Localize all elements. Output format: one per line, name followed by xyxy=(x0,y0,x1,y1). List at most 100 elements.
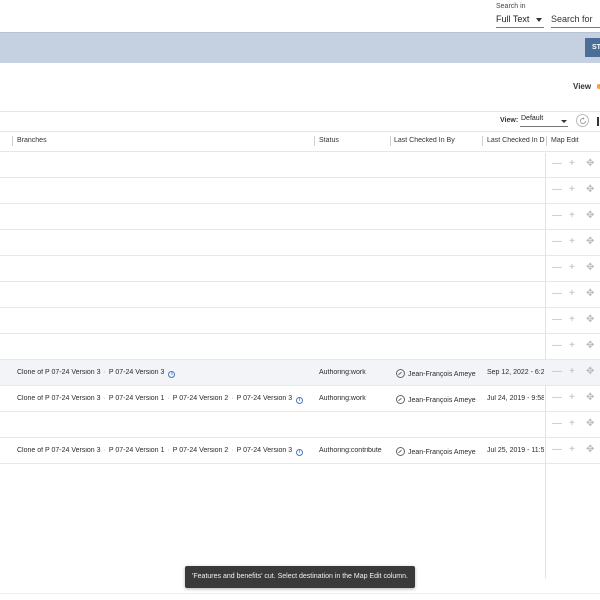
avatar-icon xyxy=(396,395,405,404)
map-edit-actions: — + ✥ xyxy=(552,211,600,223)
plus-icon[interactable]: + xyxy=(569,263,575,273)
column-header-status[interactable]: Status xyxy=(319,137,339,144)
action-band xyxy=(0,32,600,63)
column-header-map-edit[interactable]: Map Edit xyxy=(551,137,579,144)
plus-icon[interactable]: + xyxy=(569,393,575,403)
plus-icon[interactable]: + xyxy=(569,289,575,299)
divider xyxy=(0,111,600,112)
user-cell: Jean-François Ameye xyxy=(396,369,482,378)
info-icon[interactable]: i xyxy=(296,397,304,404)
map-edit-actions: — + ✥ xyxy=(552,393,600,405)
table-row[interactable]: — + ✥ xyxy=(0,204,600,230)
branch-name: P 07-24 Version 1 xyxy=(108,447,165,454)
branch-name: Clone of P 07-24 Version 3 xyxy=(17,447,101,454)
toast-message: 'Features and benefits' cut. Select dest… xyxy=(185,566,415,588)
plus-icon[interactable]: + xyxy=(569,159,575,169)
minus-icon[interactable]: — xyxy=(552,211,562,221)
info-icon[interactable]: i xyxy=(168,371,176,378)
info-icon[interactable]: i xyxy=(296,449,304,456)
plus-icon[interactable]: + xyxy=(569,367,575,377)
move-icon[interactable]: ✥ xyxy=(586,237,594,247)
move-icon[interactable]: ✥ xyxy=(586,393,594,403)
plus-icon[interactable]: + xyxy=(569,341,575,351)
move-icon[interactable]: ✥ xyxy=(586,315,594,325)
table-row[interactable]: — + ✥ xyxy=(0,334,600,360)
minus-icon[interactable]: — xyxy=(552,419,562,429)
minus-icon[interactable]: — xyxy=(552,159,562,169)
plus-icon[interactable]: + xyxy=(569,185,575,195)
plus-icon[interactable]: + xyxy=(569,237,575,247)
branches-cell: Clone of P 07-24 Version 3 · P 07-24 Versi… xyxy=(17,395,312,404)
map-edit-actions: — + ✥ xyxy=(552,367,600,379)
minus-icon[interactable]: — xyxy=(552,367,562,377)
move-icon[interactable]: ✥ xyxy=(586,367,594,377)
table-row[interactable]: — + ✥ xyxy=(0,308,600,334)
move-icon[interactable]: ✥ xyxy=(586,159,594,169)
table-row[interactable]: — + ✥ xyxy=(0,178,600,204)
map-edit-actions: — + ✥ xyxy=(552,289,600,301)
table-row[interactable]: — + ✥ xyxy=(0,230,600,256)
user-cell: Jean-François Ameye xyxy=(396,395,482,404)
move-icon[interactable]: ✥ xyxy=(586,289,594,299)
separator-dot: · xyxy=(103,395,106,402)
map-edit-actions: — + ✥ xyxy=(552,237,600,249)
user-name: Jean-François Ameye xyxy=(408,371,476,378)
branch-name: P 07-24 Version 3 xyxy=(108,369,165,376)
minus-icon[interactable]: — xyxy=(552,445,562,455)
branch-name: P 07-24 Version 3 xyxy=(236,447,293,454)
minus-icon[interactable]: — xyxy=(552,341,562,351)
view-select[interactable]: Default xyxy=(520,115,568,127)
branches-cell: Clone of P 07-24 Version 3 · P 07-24 Versi… xyxy=(17,369,312,378)
column-separator xyxy=(12,136,13,146)
table-row[interactable]: — + ✥ xyxy=(0,152,600,178)
separator-dot: · xyxy=(103,447,106,454)
separator-dot: · xyxy=(231,395,234,402)
map-edit-actions: — + ✥ xyxy=(552,185,600,197)
search-input[interactable]: Search for xyxy=(551,12,600,28)
band-action-button[interactable]: ST xyxy=(585,38,600,57)
move-icon[interactable]: ✥ xyxy=(586,185,594,195)
move-icon[interactable]: ✥ xyxy=(586,419,594,429)
table-row[interactable]: — + ✥ xyxy=(0,282,600,308)
table-row[interactable]: — + ✥ xyxy=(0,256,600,282)
map-edit-actions: — + ✥ xyxy=(552,159,600,171)
minus-icon[interactable]: — xyxy=(552,393,562,403)
map-edit-actions: — + ✥ xyxy=(552,315,600,327)
minus-icon[interactable]: — xyxy=(552,237,562,247)
plus-icon[interactable]: + xyxy=(569,419,575,429)
toolbar-edge-icon[interactable] xyxy=(597,117,599,126)
table-row[interactable]: Clone of P 07-24 Version 3 · P 07-24 Versi… xyxy=(0,360,600,386)
separator-dot: · xyxy=(167,447,170,454)
chevron-down-icon xyxy=(536,18,542,22)
view-select-value: Default xyxy=(521,115,544,122)
move-icon[interactable]: ✥ xyxy=(586,211,594,221)
column-header-last-checked-in-date[interactable]: Last Checked In Da xyxy=(487,137,545,144)
minus-icon[interactable]: — xyxy=(552,185,562,195)
minus-icon[interactable]: — xyxy=(552,289,562,299)
plus-icon[interactable]: + xyxy=(569,211,575,221)
plus-icon[interactable]: + xyxy=(569,315,575,325)
column-separator xyxy=(482,136,483,146)
avatar-icon xyxy=(396,369,405,378)
column-header-last-checked-in-by[interactable]: Last Checked In By xyxy=(394,137,455,144)
search-scope-select[interactable]: Full Text xyxy=(496,12,544,28)
refresh-button[interactable] xyxy=(576,114,589,127)
plus-icon[interactable]: + xyxy=(569,445,575,455)
minus-icon[interactable]: — xyxy=(552,315,562,325)
search-scope-value: Full Text xyxy=(496,14,530,24)
table-row[interactable]: — + ✥ xyxy=(0,412,600,438)
table-row[interactable]: Clone of P 07-24 Version 3 · P 07-24 Versi… xyxy=(0,386,600,412)
table-row[interactable]: Clone of P 07-24 Version 3 · P 07-24 Versi… xyxy=(0,438,600,464)
minus-icon[interactable]: — xyxy=(552,263,562,273)
move-icon[interactable]: ✥ xyxy=(586,341,594,351)
move-icon[interactable]: ✥ xyxy=(586,263,594,273)
avatar-icon xyxy=(396,447,405,456)
user-name: Jean-François Ameye xyxy=(408,449,476,456)
separator-dot: · xyxy=(231,447,234,454)
date-cell: Jul 24, 2019 - 9:58 xyxy=(487,395,544,402)
move-icon[interactable]: ✥ xyxy=(586,445,594,455)
map-edit-actions: — + ✥ xyxy=(552,419,600,431)
map-edit-actions: — + ✥ xyxy=(552,445,600,457)
column-header-branches[interactable]: Branches xyxy=(17,137,47,144)
branch-name: P 07-24 Version 3 xyxy=(236,395,293,402)
